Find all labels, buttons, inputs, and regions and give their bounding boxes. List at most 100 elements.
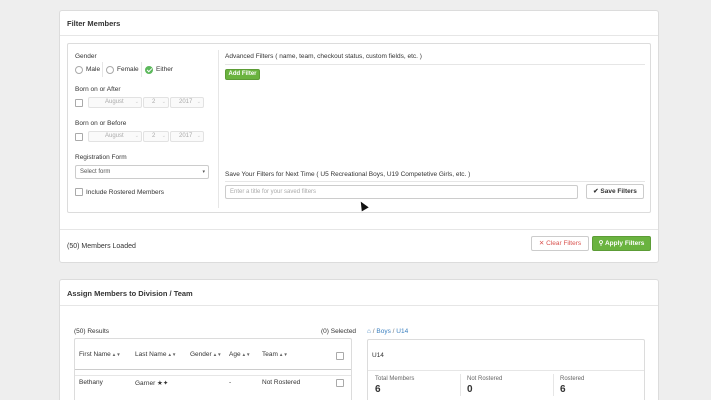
- filter-box: Gender Male Female Either Born on or Aft…: [67, 43, 651, 213]
- panel-title-divider: [60, 305, 658, 306]
- sort-icon: ▲▼: [241, 352, 251, 357]
- column-divider: [218, 50, 219, 208]
- cell-first-name: Bethany: [79, 379, 103, 386]
- add-filter-button[interactable]: Add Filter: [225, 69, 260, 80]
- clear-filters-label: Clear Filters: [546, 240, 582, 247]
- search-icon: ⚲: [598, 240, 604, 247]
- table-row[interactable]: Bethany Garner ★✦ - Not Rostered: [75, 376, 351, 392]
- advanced-filters-title: Advanced Filters ( name, team, checkout …: [225, 53, 422, 60]
- stat-not-rostered-label: Not Rostered: [467, 376, 503, 382]
- panel-footer-divider: [60, 229, 658, 230]
- cell-last-name: Garner ★✦: [135, 379, 168, 387]
- stat-not-rostered-value: 0: [467, 384, 473, 395]
- column-age[interactable]: Age▲▼: [229, 351, 251, 358]
- advanced-filters-divider: [225, 64, 645, 65]
- column-last-name[interactable]: Last Name▲▼: [135, 351, 176, 358]
- saved-filter-title-input[interactable]: Enter a title for your saved filters: [225, 185, 578, 199]
- apply-filters-label: Apply Filters: [604, 240, 645, 247]
- row-divider: [75, 375, 351, 376]
- stat-divider: [460, 374, 461, 396]
- cell-age: -: [229, 379, 232, 386]
- column-label: Age: [229, 351, 241, 358]
- born-after-day-select[interactable]: 2 ⌄: [143, 97, 169, 108]
- team-card-divider: [368, 370, 644, 371]
- gender-label: Gender: [75, 53, 97, 60]
- radio-icon: [106, 66, 114, 74]
- gender-option-label: Female: [117, 66, 139, 73]
- gender-option-label: Either: [156, 66, 173, 73]
- stat-rostered-value: 6: [560, 384, 566, 395]
- column-label: Gender: [190, 351, 212, 358]
- sort-icon: ▲▼: [167, 352, 177, 357]
- results-count: (50) Results: [74, 328, 110, 335]
- born-before-year-select[interactable]: 2017 ⌄: [170, 131, 204, 142]
- column-first-name[interactable]: First Name▲▼: [79, 351, 121, 358]
- save-filters-button-label: Save Filters: [600, 188, 637, 195]
- save-filters-button[interactable]: ✔ Save Filters: [586, 184, 644, 199]
- clear-filters-button[interactable]: ✕ Clear Filters: [531, 236, 589, 251]
- select-value: 2017: [179, 133, 193, 139]
- advanced-filters-heading: Advanced Filters: [225, 53, 274, 60]
- select-value: 2: [152, 99, 156, 105]
- born-before-month-select[interactable]: August ⌄: [88, 131, 142, 142]
- born-before-label: Born on or Before: [75, 120, 127, 127]
- column-label: Last Name: [135, 351, 167, 358]
- apply-filters-button[interactable]: ⚲ Apply Filters: [592, 236, 651, 251]
- column-label: First Name: [79, 351, 111, 358]
- born-after-month-select[interactable]: August ⌄: [88, 97, 142, 108]
- breadcrumb: ⌂ / Boys / U14: [367, 328, 408, 335]
- chevron-down-icon: ⌄: [134, 133, 139, 139]
- gender-radio-either[interactable]: Either: [145, 65, 181, 75]
- registration-form-label: Registration Form: [75, 154, 127, 161]
- chevron-down-icon: ⌄: [196, 133, 201, 139]
- breadcrumb-boys-link[interactable]: Boys: [376, 328, 390, 335]
- born-after-label: Born on or After: [75, 86, 121, 93]
- select-value: 2: [152, 133, 156, 139]
- caret-down-icon: ▾: [202, 169, 205, 175]
- include-rostered-checkbox[interactable]: [75, 188, 83, 196]
- stat-divider: [553, 374, 554, 396]
- column-label: Team: [262, 351, 278, 358]
- close-icon: ✕: [538, 240, 545, 247]
- column-gender[interactable]: Gender▲▼: [190, 351, 222, 358]
- select-all-checkbox[interactable]: [336, 352, 344, 360]
- gender-radio-female[interactable]: Female: [106, 65, 142, 75]
- stat-total-value: 6: [375, 384, 381, 395]
- filter-members-panel: Filter Members Gender Male Female Either…: [59, 10, 659, 263]
- born-after-checkbox[interactable]: [75, 99, 83, 107]
- sort-icon: ▲▼: [111, 352, 121, 357]
- breadcrumb-u14: U14: [396, 328, 409, 335]
- home-icon[interactable]: ⌂: [367, 328, 371, 335]
- advanced-filters-hint: ( name, team, checkout status, custom fi…: [275, 53, 422, 60]
- column-team[interactable]: Team▲▼: [262, 351, 288, 358]
- cell-team: Not Rostered: [262, 379, 301, 386]
- chevron-down-icon: ⌄: [196, 99, 201, 105]
- save-filters-divider: [225, 181, 645, 182]
- save-filters-hint: ( U5 Recreational Boys, U19 Competetive …: [316, 171, 471, 178]
- radio-divider: [102, 62, 103, 77]
- sort-icon: ▲▼: [212, 352, 222, 357]
- born-before-checkbox[interactable]: [75, 133, 83, 141]
- gender-option-label: Male: [86, 66, 101, 73]
- save-filters-title: Save Your Filters for Next Time ( U5 Rec…: [225, 171, 470, 178]
- stat-rostered-label: Rostered: [560, 376, 585, 382]
- assign-members-panel: Assign Members to Division / Team (50) R…: [59, 279, 659, 400]
- born-before-day-select[interactable]: 2 ⌄: [143, 131, 169, 142]
- sort-icon: ▲▼: [278, 352, 288, 357]
- registration-form-select[interactable]: Select form ▾: [75, 165, 209, 179]
- last-name-text: Garner: [135, 380, 156, 387]
- breadcrumb-separator: /: [392, 328, 395, 335]
- badge-icon: ✦: [162, 380, 169, 387]
- members-table: First Name▲▼ Last Name▲▼ Gender▲▼ Age▲▼ …: [74, 338, 352, 400]
- select-value: August: [105, 133, 124, 139]
- assign-panel-title: Assign Members to Division / Team: [67, 289, 193, 298]
- team-card: U14 Total Members 6 Not Rostered 0 Roste…: [367, 339, 645, 400]
- include-rostered-label: Include Rostered Members: [86, 189, 165, 196]
- team-card-title: U14: [372, 352, 384, 359]
- row-checkbox[interactable]: [336, 379, 344, 387]
- select-value: August: [105, 99, 124, 105]
- radio-divider: [141, 62, 142, 77]
- selected-count: (0) Selected: [321, 328, 357, 335]
- born-after-year-select[interactable]: 2017 ⌄: [170, 97, 204, 108]
- chevron-down-icon: ⌄: [161, 99, 166, 105]
